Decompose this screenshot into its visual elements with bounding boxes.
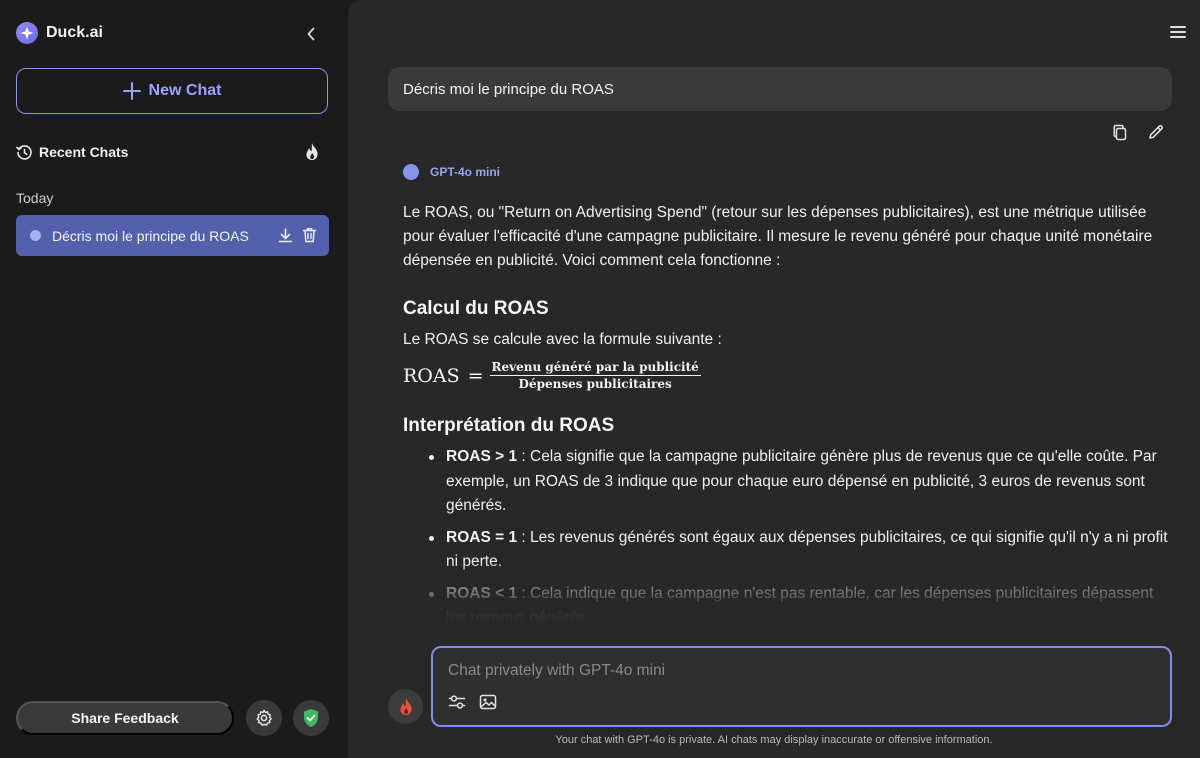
- roas-formula: ROAS = Revenu généré par la publicité Dé…: [403, 360, 701, 391]
- app-root: Duck.ai New Chat Recent Chats Today Décr…: [0, 0, 1200, 758]
- burn-chat-button[interactable]: [388, 689, 423, 724]
- plus-icon: [122, 82, 141, 100]
- bullet-text: : Cela indique que la campagne n'est pas…: [446, 584, 1154, 627]
- edit-message-button[interactable]: [1148, 124, 1164, 141]
- message-tools: [1112, 124, 1164, 141]
- chat-item-title: Décris moi le principe du ROAS: [52, 227, 249, 244]
- copy-message-button[interactable]: [1112, 124, 1128, 141]
- chat-input[interactable]: [448, 659, 1148, 683]
- duck-ai-logo: [16, 22, 38, 44]
- brand[interactable]: Duck.ai: [16, 22, 103, 44]
- list-item: ROAS < 1 : Cela indique que la campagne …: [403, 582, 1175, 631]
- sliders-icon: [448, 695, 466, 709]
- new-chat-button[interactable]: New Chat: [16, 68, 328, 114]
- assistant-message: Le ROAS, ou "Return on Advertising Spend…: [403, 201, 1175, 273]
- gear-icon: [256, 709, 272, 726]
- list-item: ROAS > 1 : Cela signifie que la campagne…: [403, 445, 1175, 519]
- attach-image-button[interactable]: [479, 694, 497, 710]
- copy-icon: [1113, 124, 1127, 141]
- bullet-text: : Les revenus générés sont égaux aux dép…: [446, 528, 1168, 571]
- recent-chats-header: Recent Chats: [16, 141, 322, 163]
- intro-paragraph: Le ROAS, ou "Return on Advertising Spend…: [403, 204, 1153, 269]
- formula-numerator: Revenu généré par la publicité: [489, 360, 701, 376]
- heading-interpretation: Interprétation du ROAS: [403, 415, 615, 436]
- delete-chat-button[interactable]: [301, 227, 317, 243]
- chat-item-active[interactable]: Décris moi le principe du ROAS: [16, 215, 329, 256]
- share-feedback-button[interactable]: Share Feedback: [16, 701, 234, 735]
- collapse-sidebar-button[interactable]: [301, 24, 321, 44]
- recent-chats-label: Recent Chats: [39, 144, 129, 160]
- chat-item-actions: [277, 227, 317, 243]
- new-chat-label: New Chat: [148, 82, 222, 99]
- privacy-disclaimer: Your chat with GPT-4o is private. AI cha…: [555, 734, 993, 746]
- menu-button[interactable]: [1170, 26, 1186, 40]
- section-today-label: Today: [16, 190, 54, 206]
- privacy-shield-button[interactable]: [293, 700, 329, 736]
- model-name: GPT-4o mini: [430, 165, 501, 179]
- bullet-label: ROAS > 1: [446, 448, 518, 465]
- assistant-header: GPT-4o mini: [403, 164, 500, 180]
- image-icon: [479, 694, 497, 710]
- formula-fraction: Revenu généré par la publicité Dépenses …: [489, 360, 701, 391]
- chat-dot-icon: [30, 230, 41, 241]
- model-avatar-icon: [403, 164, 419, 180]
- bullet-text: : Cela signifie que la campagne publicit…: [446, 448, 1157, 514]
- fire-icon: [306, 143, 318, 160]
- settings-button[interactable]: [246, 700, 282, 736]
- clear-chats-button[interactable]: [304, 142, 322, 162]
- formula-intro: Le ROAS se calcule avec la formule suiva…: [403, 331, 722, 348]
- sidebar: Duck.ai New Chat Recent Chats Today Décr…: [0, 0, 344, 758]
- list-item: ROAS = 1 : Les revenus générés sont égau…: [403, 526, 1175, 575]
- shield-icon: [304, 709, 318, 727]
- chat-main: Décris moi le principe du ROAS GPT-4o mi…: [348, 0, 1200, 758]
- heading-calcul: Calcul du ROAS: [403, 298, 549, 319]
- model-settings-button[interactable]: [448, 694, 466, 710]
- bullet-label: ROAS < 1: [446, 584, 518, 602]
- brand-title: Duck.ai: [46, 24, 103, 41]
- fire-icon: [399, 698, 412, 715]
- formula-equals: =: [467, 364, 484, 387]
- formula-denominator: Dépenses publicitaires: [518, 377, 672, 391]
- chevron-left-icon: [307, 27, 315, 41]
- download-icon: [278, 227, 292, 242]
- interpretation-list: ROAS > 1 : Cela signifie que la campagne…: [403, 445, 1175, 638]
- edit-icon: [1149, 125, 1163, 139]
- download-chat-button[interactable]: [277, 227, 293, 243]
- bullet-label: ROAS = 1: [446, 528, 518, 546]
- trash-icon: [302, 228, 316, 243]
- chat-composer: [431, 646, 1172, 727]
- menu-icon: [1170, 26, 1186, 38]
- formula-lhs: ROAS: [403, 364, 460, 387]
- user-message: Décris moi le principe du ROAS: [388, 67, 1172, 111]
- history-icon: [16, 144, 32, 160]
